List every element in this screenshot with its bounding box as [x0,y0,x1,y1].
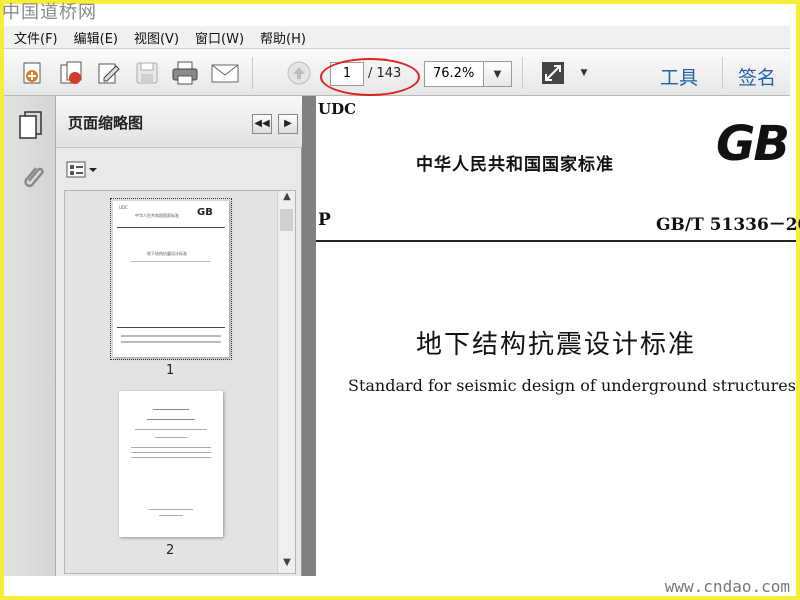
menu-help[interactable]: 帮助(H) [260,28,306,47]
thumb-rule [117,227,225,228]
previous-page-button[interactable] [284,59,314,87]
zoom-dropdown-button[interactable]: ▼ [484,61,512,87]
thumb-subtitle-line [131,261,211,262]
doc-udc: UDC [318,100,357,118]
create-pdf-button[interactable] [18,59,48,87]
doc-title: 地下结构抗震设计标准 [416,330,697,360]
save-button[interactable] [132,59,162,87]
toolbar-overflow-button[interactable]: ▼ [576,59,592,87]
thumbnails-header: 页面缩略图 ◀◀ ▶ [56,96,302,148]
pen-icon [98,63,120,84]
chevron-down-icon: ▼ [493,68,502,80]
scroll-down-icon[interactable]: ▼ [278,557,295,573]
thumb-udc: UDC [119,205,128,210]
doc-subtitle: Standard for seismic design of undergrou… [348,376,796,395]
toolbar-separator [522,57,523,89]
page-number-input[interactable]: 1 [330,62,364,86]
thumb-text-line [155,437,187,438]
thumb-text-line [159,515,183,516]
page-total: / 143 [368,66,402,81]
scroll-thumb[interactable] [280,209,293,231]
menu-file[interactable]: 文件(F) [14,28,58,47]
thumb-text-line [149,509,193,510]
collapse-panel-button[interactable]: ◀◀ [252,114,272,134]
double-chevron-left-icon: ◀◀ [254,118,270,129]
fullscreen-button[interactable] [538,59,568,87]
thumbnails-title: 页面缩略图 [68,114,144,132]
thumb-text-line [147,419,195,420]
combine-button[interactable] [56,59,86,87]
thumb-text-line [135,429,207,430]
email-button[interactable] [210,59,240,87]
menu-view[interactable]: 视图(V) [134,28,179,47]
tools-button[interactable]: 工具 [660,63,698,90]
thumbnail-list[interactable]: UDC 中华人民共和国国家标准 GB 地下结构抗震设计标准 1 2 ▲ ▼ [64,190,296,574]
save-icon [136,62,158,84]
thumb-text-line [131,452,211,453]
toolbar-separator [722,57,723,89]
document-view[interactable]: UDC 中华人民共和国国家标准 GB P GB/T 51336－20 地下结构抗… [302,96,800,576]
navigation-pane [4,96,56,576]
menu-window[interactable]: 窗口(W) [195,28,244,47]
thumb-header-text: 中华人民共和国国家标准 [135,213,179,218]
attachments-button[interactable] [18,162,44,196]
doc-code: P [318,210,331,230]
doc-header-rule [316,240,796,242]
doc-standard-header: 中华人民共和国国家标准 [416,155,614,175]
list-options-icon [66,161,97,178]
page-thumbnail[interactable] [119,391,223,537]
watermark-bottom: www.cndao.com [664,577,790,596]
document-page: UDC 中华人民共和国国家标准 GB P GB/T 51336－20 地下结构抗… [316,96,800,576]
thumb-text-line [131,457,211,458]
expand-panel-button[interactable]: ▶ [278,114,298,134]
thumbnail-page-number: 1 [166,363,175,378]
chevron-down-icon: ▼ [580,68,588,78]
print-button[interactable] [170,59,200,87]
thumb-logo: GB [197,207,213,218]
expand-icon [542,62,564,84]
thumb-title: 地下结构抗震设计标准 [147,251,187,256]
chevron-right-icon: ▶ [284,118,292,129]
thumbnail-page-number: 2 [166,543,175,558]
thumbnail-scrollbar[interactable]: ▲ ▼ [277,191,295,573]
envelope-icon [211,64,239,83]
thumb-text-line [131,447,211,448]
thumb-text-line [121,341,221,343]
pages-icon [19,111,42,139]
page-thumbnails-button[interactable] [18,110,44,144]
printer-icon [172,61,198,85]
thumb-text-line [121,335,221,337]
arrow-up-icon [287,61,311,85]
scroll-up-icon[interactable]: ▲ [278,191,295,207]
zoom-input[interactable]: 76.2% [424,61,484,87]
combine-icon [60,61,82,84]
edit-button[interactable] [94,59,124,87]
create-pdf-icon [23,62,41,84]
watermark-top: 中国道桥网 [2,2,97,23]
paperclip-icon [24,167,44,188]
doc-standard-number: GB/T 51336－20 [656,215,800,235]
thumb-rule [117,327,225,328]
thumb-text-line [153,409,189,410]
thumbnail-options-button[interactable] [66,160,102,180]
thumbnails-panel: 页面缩略图 ◀◀ ▶ UDC 中华人民共和国国家标准 GB 地下结构抗震设计标准… [56,96,302,576]
menu-edit[interactable]: 编辑(E) [74,28,118,47]
toolbar-separator [252,57,253,89]
sign-button[interactable]: 签名 [738,63,776,90]
page-thumbnail[interactable]: UDC 中华人民共和国国家标准 GB 地下结构抗震设计标准 [110,198,232,360]
toolbar: 1 / 143 76.2% ▼ ▼ 工具 签名 [4,48,790,96]
gb-logo: GB [716,116,790,172]
menu-bar: 文件(F) 编辑(E) 视图(V) 窗口(W) 帮助(H) [4,26,790,48]
